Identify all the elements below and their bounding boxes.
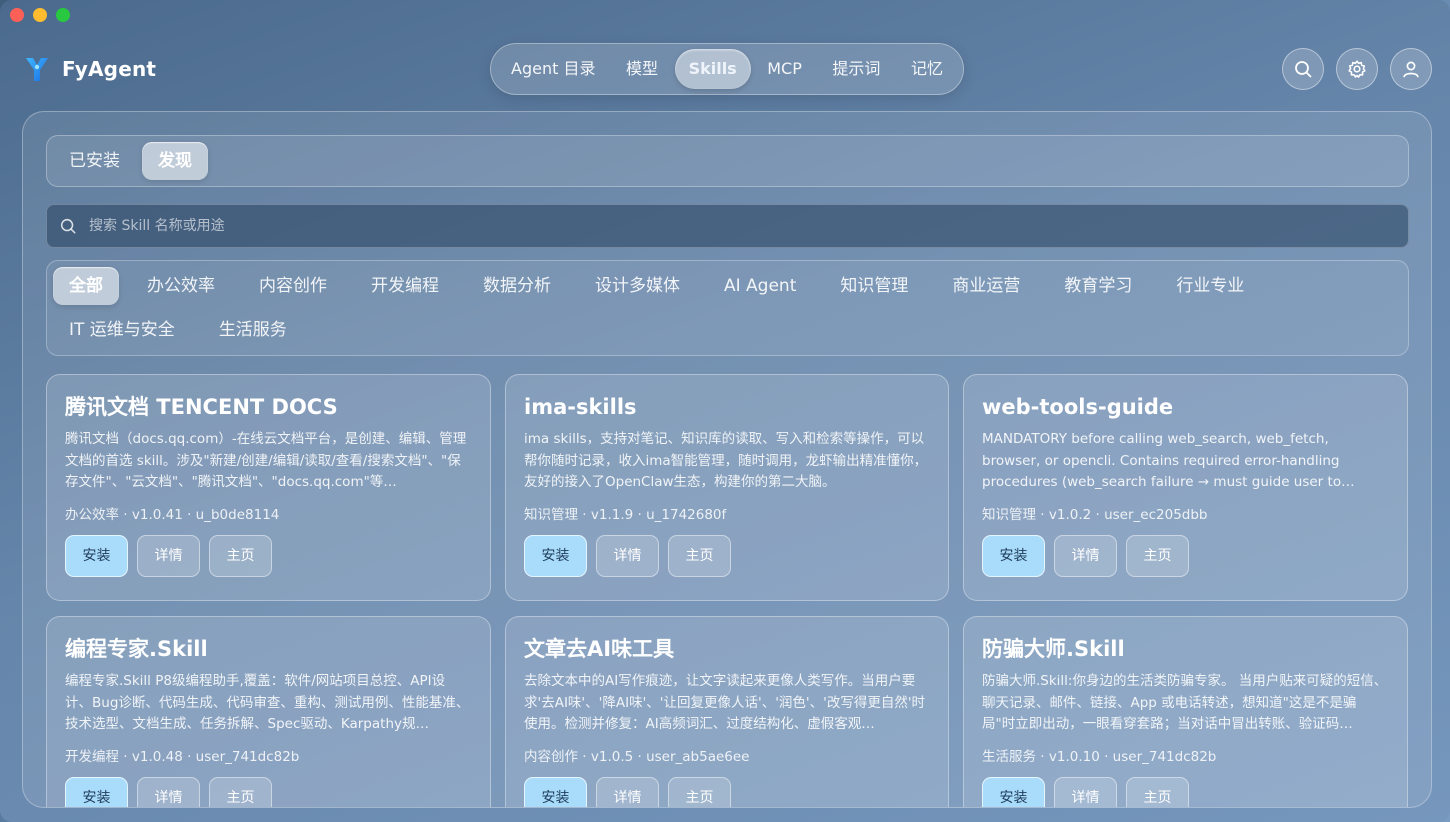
skill-card-grid: 腾讯文档 TENCENT DOCS 腾讯文档（docs.qq.com）-在线云文… bbox=[46, 374, 1409, 807]
details-button[interactable]: 详情 bbox=[1054, 535, 1117, 577]
settings-button[interactable] bbox=[1336, 48, 1378, 90]
homepage-button[interactable]: 主页 bbox=[668, 777, 731, 807]
skill-title: 腾讯文档 TENCENT DOCS bbox=[65, 395, 338, 419]
nav-skills[interactable]: Skills bbox=[674, 49, 751, 89]
skill-search-box[interactable] bbox=[46, 204, 1409, 248]
category-it-ops[interactable]: IT 运维与安全 bbox=[53, 311, 191, 349]
tab-installed[interactable]: 已安装 bbox=[53, 142, 136, 180]
category-knowledge[interactable]: 知识管理 bbox=[824, 267, 924, 305]
install-button[interactable]: 安装 bbox=[65, 777, 128, 807]
app-name: FyAgent bbox=[62, 57, 157, 81]
skill-description: ima skills，支持对笔记、知识库的读取、写入和检索等操作，可以帮你随时记… bbox=[524, 431, 928, 490]
source-segmented-control: 已安装 发现 bbox=[46, 135, 1409, 187]
app-window: FyAgent Agent 目录 模型 Skills MCP 提示词 记忆 已安… bbox=[0, 0, 1450, 822]
install-button[interactable]: 安装 bbox=[524, 777, 587, 807]
details-button[interactable]: 详情 bbox=[1054, 777, 1117, 807]
category-design[interactable]: 设计多媒体 bbox=[579, 267, 696, 305]
category-life[interactable]: 生活服务 bbox=[203, 311, 303, 349]
homepage-button[interactable]: 主页 bbox=[209, 777, 272, 807]
nav-memory[interactable]: 记忆 bbox=[897, 49, 957, 89]
skill-meta: 生活服务 · v1.0.10 · user_741dc82b bbox=[982, 749, 1217, 765]
skill-card: 腾讯文档 TENCENT DOCS 腾讯文档（docs.qq.com）-在线云文… bbox=[46, 374, 491, 601]
window-controls bbox=[10, 8, 70, 22]
main-nav: Agent 目录 模型 Skills MCP 提示词 记忆 bbox=[490, 43, 964, 95]
homepage-button[interactable]: 主页 bbox=[1126, 777, 1189, 807]
category-ai-agent[interactable]: AI Agent bbox=[708, 267, 812, 305]
category-education[interactable]: 教育学习 bbox=[1048, 267, 1148, 305]
skill-card: web-tools-guide MANDATORY before calling… bbox=[963, 374, 1408, 601]
skill-title: ima-skills bbox=[524, 395, 637, 419]
skill-title: 编程专家.Skill bbox=[65, 637, 208, 661]
skill-actions: 安装 详情 主页 bbox=[524, 535, 930, 577]
skill-card: 防骗大师.Skill 防骗大师.Skill:你身边的生活类防骗专家。 当用户贴来… bbox=[963, 616, 1408, 807]
category-all[interactable]: 全部 bbox=[53, 267, 119, 305]
category-dev[interactable]: 开发编程 bbox=[355, 267, 455, 305]
install-button[interactable]: 安装 bbox=[65, 535, 128, 577]
top-actions bbox=[1282, 48, 1432, 90]
fyagent-logo-icon bbox=[26, 58, 48, 81]
category-business[interactable]: 商业运营 bbox=[936, 267, 1036, 305]
skill-actions: 安装 详情 主页 bbox=[982, 535, 1389, 577]
tab-discover[interactable]: 发现 bbox=[142, 142, 208, 180]
nav-mcp[interactable]: MCP bbox=[753, 49, 816, 89]
skill-description: 防骗大师.Skill:你身边的生活类防骗专家。 当用户贴来可疑的短信、聊天记录、… bbox=[982, 673, 1388, 732]
skill-actions: 安装 详情 主页 bbox=[982, 777, 1389, 807]
skill-actions: 安装 详情 主页 bbox=[65, 777, 472, 807]
skills-panel: 已安装 发现 全部 办公效率 内容创作 开发编程 数据分析 设计多媒体 AI A… bbox=[22, 111, 1432, 808]
skill-meta: 知识管理 · v1.0.2 · user_ec205dbb bbox=[982, 507, 1208, 523]
skill-description: MANDATORY before calling web_search, web… bbox=[982, 431, 1355, 490]
gear-icon bbox=[1348, 60, 1366, 78]
homepage-button[interactable]: 主页 bbox=[668, 535, 731, 577]
search-icon bbox=[60, 218, 76, 234]
skill-meta: 知识管理 · v1.1.9 · u_1742680f bbox=[524, 507, 727, 523]
user-icon bbox=[1403, 61, 1419, 78]
search-icon bbox=[1295, 61, 1312, 78]
skill-actions: 安装 详情 主页 bbox=[65, 535, 472, 577]
skill-title: web-tools-guide bbox=[982, 395, 1174, 419]
category-industry[interactable]: 行业专业 bbox=[1160, 267, 1260, 305]
zoom-window-button[interactable] bbox=[56, 8, 70, 22]
homepage-button[interactable]: 主页 bbox=[209, 535, 272, 577]
skill-description: 去除文本中的AI写作痕迹，让文字读起来更像人类写作。当用户要求'去AI味'、'降… bbox=[524, 673, 926, 732]
skill-meta: 内容创作 · v1.0.5 · user_ab5ae6ee bbox=[524, 749, 750, 765]
details-button[interactable]: 详情 bbox=[596, 777, 659, 807]
search-button[interactable] bbox=[1282, 48, 1324, 90]
nav-models[interactable]: 模型 bbox=[612, 49, 672, 89]
brand: FyAgent bbox=[24, 55, 156, 83]
minimize-window-button[interactable] bbox=[33, 8, 47, 22]
category-content[interactable]: 内容创作 bbox=[243, 267, 343, 305]
details-button[interactable]: 详情 bbox=[137, 777, 200, 807]
skill-title: 防骗大师.Skill bbox=[982, 637, 1125, 661]
skill-search-input[interactable] bbox=[87, 217, 1391, 235]
profile-button[interactable] bbox=[1390, 48, 1432, 90]
install-button[interactable]: 安装 bbox=[982, 535, 1045, 577]
skill-card: ima-skills ima skills，支持对笔记、知识库的读取、写入和检索… bbox=[505, 374, 949, 601]
category-data[interactable]: 数据分析 bbox=[467, 267, 567, 305]
nav-agent-directory[interactable]: Agent 目录 bbox=[497, 49, 609, 89]
skill-card: 文章去AI味工具 去除文本中的AI写作痕迹，让文字读起来更像人类写作。当用户要求… bbox=[505, 616, 949, 807]
details-button[interactable]: 详情 bbox=[137, 535, 200, 577]
install-button[interactable]: 安装 bbox=[524, 535, 587, 577]
details-button[interactable]: 详情 bbox=[596, 535, 659, 577]
skill-meta: 办公效率 · v1.0.41 · u_b0de8114 bbox=[65, 507, 280, 523]
nav-prompts[interactable]: 提示词 bbox=[818, 49, 894, 89]
category-office[interactable]: 办公效率 bbox=[131, 267, 231, 305]
skill-card: 编程专家.Skill 编程专家.Skill P8级编程助手,覆盖：软件/网站项目… bbox=[46, 616, 491, 807]
skill-title: 文章去AI味工具 bbox=[524, 637, 675, 661]
category-filter: 全部 办公效率 内容创作 开发编程 数据分析 设计多媒体 AI Agent 知识… bbox=[46, 260, 1409, 356]
skill-actions: 安装 详情 主页 bbox=[524, 777, 930, 807]
skill-description: 编程专家.Skill P8级编程助手,覆盖：软件/网站项目总控、API设计、Bu… bbox=[65, 673, 470, 732]
install-button[interactable]: 安装 bbox=[982, 777, 1045, 807]
skill-meta: 开发编程 · v1.0.48 · user_741dc82b bbox=[65, 749, 300, 765]
homepage-button[interactable]: 主页 bbox=[1126, 535, 1189, 577]
skill-description: 腾讯文档（docs.qq.com）-在线云文档平台，是创建、编辑、管理文档的首选… bbox=[65, 431, 467, 490]
close-window-button[interactable] bbox=[10, 8, 24, 22]
